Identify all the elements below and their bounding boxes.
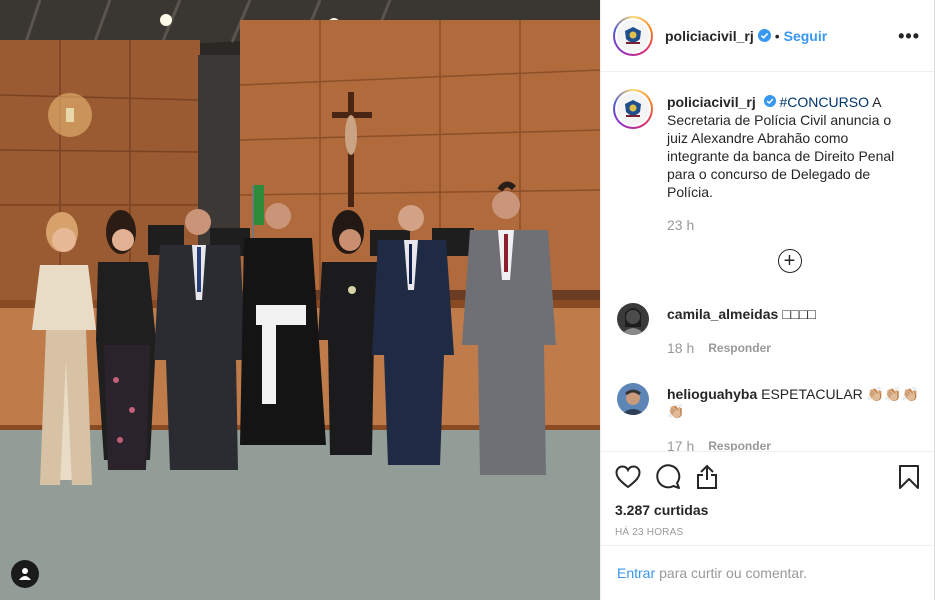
post-header: policiacivil_rj • Seguir •••: [601, 0, 934, 72]
comment-timestamp[interactable]: 17 h: [667, 438, 694, 451]
commenter-avatar[interactable]: [617, 303, 649, 335]
post-sidebar: policiacivil_rj • Seguir ••• policiacivi…: [600, 0, 935, 600]
caption-time: 23 h: [667, 217, 920, 233]
comments-section: policiacivil_rj #CONCURSO A Secretaria d…: [601, 73, 934, 451]
police-badge-icon: [625, 26, 641, 44]
post-timestamp[interactable]: HÁ 23 HORAS: [615, 527, 920, 538]
author-username[interactable]: policiacivil_rj: [665, 28, 754, 44]
login-prompt-text: para curtir ou comentar.: [659, 565, 807, 581]
reply-button[interactable]: Responder: [708, 439, 771, 451]
heart-icon[interactable]: [615, 465, 641, 489]
commenter-avatar[interactable]: [617, 383, 649, 415]
likes-count[interactable]: 3.287 curtidas: [615, 502, 920, 518]
comment-icon[interactable]: [655, 464, 681, 490]
caption: policiacivil_rj #CONCURSO A Secretaria d…: [613, 89, 920, 201]
user-tag-icon: [19, 568, 31, 580]
bookmark-icon[interactable]: [898, 464, 920, 490]
comment-timestamp[interactable]: 18 h: [667, 340, 694, 356]
author-avatar[interactable]: [613, 15, 653, 56]
reply-button[interactable]: Responder: [708, 341, 771, 355]
post-actions: 3.287 curtidas HÁ 23 HORAS: [601, 451, 934, 538]
user-tag-button[interactable]: [11, 560, 39, 588]
comment-username[interactable]: helioguahyba: [667, 386, 757, 402]
caption-hashtag[interactable]: #CONCURSO: [780, 94, 869, 110]
more-options-button[interactable]: •••: [898, 27, 920, 45]
follow-button[interactable]: Seguir: [784, 28, 828, 44]
comment-username[interactable]: camila_almeidas: [667, 306, 778, 322]
courtroom-photo: [0, 0, 600, 600]
comment-text: □□□□: [782, 306, 817, 322]
login-link[interactable]: Entrar: [617, 565, 655, 581]
login-prompt: Entrar para curtir ou comentar.: [601, 545, 934, 600]
separator-dot: •: [774, 27, 780, 44]
caption-timestamp[interactable]: 23 h: [667, 217, 694, 233]
share-icon[interactable]: [695, 464, 719, 490]
police-badge-icon: [625, 100, 641, 117]
comment-item: helioguahyba ESPETACULAR 👏🏼👏🏼👏🏼👏🏼 17 h R…: [613, 383, 920, 451]
caption-author-avatar[interactable]: [613, 89, 653, 129]
comment-item: camila_almeidas □□□□ 18 h Responder: [613, 303, 920, 356]
post-photo[interactable]: [0, 0, 600, 600]
verified-badge-icon: [763, 95, 776, 107]
verified-badge-icon: [757, 29, 771, 42]
plus-circle-icon[interactable]: +: [777, 249, 802, 273]
caption-username[interactable]: policiacivil_rj: [667, 94, 756, 110]
